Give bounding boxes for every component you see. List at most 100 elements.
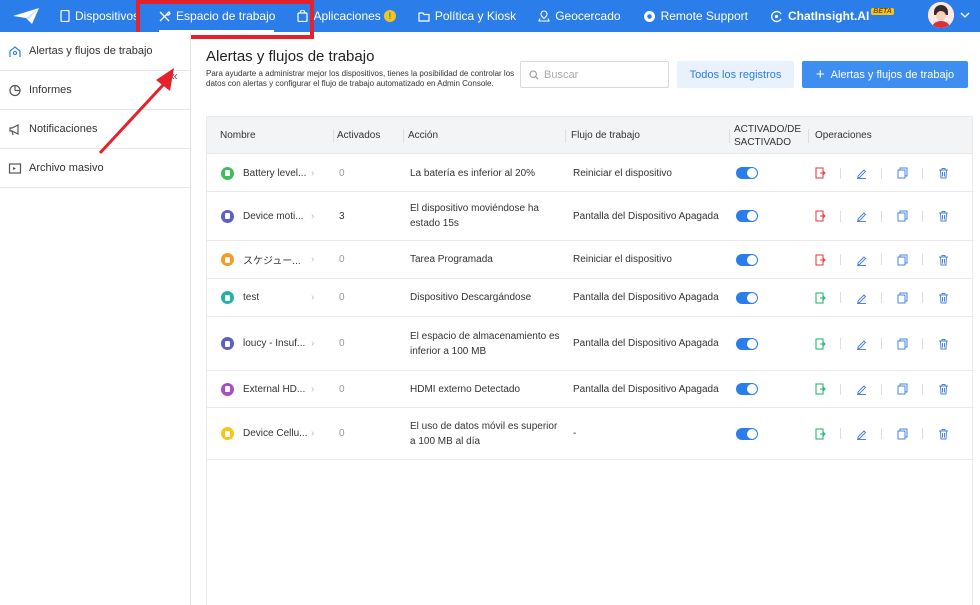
airdroid-logo[interactable] xyxy=(0,0,52,32)
copy-icon[interactable] xyxy=(895,291,909,305)
enabled-toggle[interactable] xyxy=(736,210,758,222)
action-line: estado 15s xyxy=(410,218,459,229)
name-cell[interactable]: test › xyxy=(221,279,314,316)
enabled-toggle[interactable] xyxy=(736,291,758,304)
export-icon[interactable] xyxy=(813,337,827,351)
operation-separator xyxy=(881,338,882,349)
search-input[interactable]: Buscar xyxy=(520,61,669,88)
sidebar-item-informes[interactable]: Informes xyxy=(0,71,190,110)
nav-aplicaciones[interactable]: Aplicaciones ! xyxy=(286,0,406,32)
operations-cell xyxy=(813,408,950,459)
export-icon[interactable] xyxy=(813,427,827,441)
lifebuoy-icon xyxy=(643,10,655,22)
header-activated[interactable]: Activados xyxy=(337,117,380,154)
copy-icon[interactable] xyxy=(895,166,909,180)
sidebar-item-archivo-masivo[interactable]: Archivo masivo xyxy=(0,149,190,188)
activated-count: 0 xyxy=(339,292,345,303)
export-icon[interactable] xyxy=(813,382,827,396)
edit-icon[interactable] xyxy=(854,209,868,223)
copy-icon[interactable] xyxy=(895,209,909,223)
operation-separator xyxy=(922,292,923,303)
copy-icon[interactable] xyxy=(895,253,909,267)
operations-cell xyxy=(813,279,950,316)
table-row: Device moti... › 3 El dispositivo moviéndos… xyxy=(207,192,974,241)
workflow-text: Reiniciar el dispositivo xyxy=(573,167,672,179)
action-text: Tarea Programada xyxy=(410,254,493,265)
export-icon[interactable] xyxy=(813,253,827,267)
name-cell[interactable]: loucy - Insuf... › xyxy=(221,317,314,370)
user-menu[interactable] xyxy=(928,2,970,28)
nav-remote-support[interactable]: Remote Support xyxy=(632,0,759,32)
edit-icon[interactable] xyxy=(854,291,868,305)
delete-icon[interactable] xyxy=(936,337,950,351)
operation-separator xyxy=(881,383,882,395)
all-records-button[interactable]: Todos los registros xyxy=(677,61,794,88)
nav-dispositivos[interactable]: Dispositivos xyxy=(52,0,147,32)
nav-politica-kiosk[interactable]: Política y Kiosk xyxy=(407,0,527,32)
header-status-line: ACTIVADO/DE xyxy=(734,123,802,135)
operation-separator xyxy=(881,292,882,303)
nav-chatinsight[interactable]: ChatInsight.AI BETA xyxy=(759,0,905,32)
enabled-toggle[interactable] xyxy=(736,383,758,395)
delete-icon[interactable] xyxy=(936,427,950,441)
chevron-right-icon: › xyxy=(311,383,315,395)
delete-icon[interactable] xyxy=(936,166,950,180)
table-row: loucy - Insuf... › 0 El espacio de almacena… xyxy=(207,317,974,371)
action-cell: La batería es inferior al 20% xyxy=(410,155,535,191)
edit-icon[interactable] xyxy=(854,337,868,351)
header-separator xyxy=(333,129,334,143)
operation-separator xyxy=(922,167,923,179)
copy-icon[interactable] xyxy=(895,427,909,441)
delete-icon[interactable] xyxy=(936,382,950,396)
add-alert-workflow-button[interactable]: + Alertas y flujos de trabajo xyxy=(802,61,968,88)
operation-separator xyxy=(881,254,882,265)
count-cell: 0 xyxy=(339,241,345,278)
name-cell[interactable]: Battery level... › xyxy=(221,155,314,191)
action-line: a 100 MB al día xyxy=(410,435,481,447)
workflow-cell: Reiniciar el dispositivo xyxy=(573,241,672,278)
copy-icon[interactable] xyxy=(895,382,909,396)
action-line: El uso de datos móvil es superior xyxy=(410,420,558,432)
export-icon[interactable] xyxy=(813,291,827,305)
workflow-name: loucy - Insuf... xyxy=(243,338,306,349)
nav-geocercado[interactable]: Geocercado xyxy=(527,0,631,32)
edit-icon[interactable] xyxy=(854,382,868,396)
name-cell[interactable]: スケジュー... › xyxy=(221,241,314,278)
edit-icon[interactable] xyxy=(854,166,868,180)
add-button-label: Alertas y flujos de trabajo xyxy=(830,68,955,81)
name-cell[interactable]: External HD... › xyxy=(221,371,314,407)
name-cell[interactable]: Device Cellu... › xyxy=(221,408,314,459)
copy-icon[interactable] xyxy=(895,337,909,351)
operation-separator xyxy=(922,428,923,439)
workflow-name: test xyxy=(243,292,260,303)
header-name[interactable]: Nombre xyxy=(220,117,256,154)
enabled-toggle[interactable] xyxy=(736,427,758,440)
device-icon xyxy=(60,10,70,22)
operations-cell xyxy=(813,241,950,278)
chevron-down-icon xyxy=(960,12,970,18)
export-icon[interactable] xyxy=(813,209,827,223)
delete-icon[interactable] xyxy=(936,253,950,267)
plus-icon: + xyxy=(815,65,825,83)
status-cell xyxy=(736,241,758,278)
nav-espacio-de-trabajo[interactable]: Espacio de trabajo xyxy=(147,0,286,32)
nav-label: Geocercado xyxy=(555,9,621,23)
edit-icon[interactable] xyxy=(854,253,868,267)
delete-icon[interactable] xyxy=(936,291,950,305)
sidebar-item-alertas[interactable]: Alertas y flujos de trabajo xyxy=(0,32,190,71)
enabled-toggle[interactable] xyxy=(736,337,758,350)
export-icon[interactable] xyxy=(813,166,827,180)
sidebar-item-notificaciones[interactable]: Notificaciones xyxy=(0,110,190,149)
operation-separator xyxy=(840,292,841,303)
table-row: Device Cellu... › 0 El uso de datos móvil e… xyxy=(207,408,974,460)
edit-icon[interactable] xyxy=(854,427,868,441)
nav-label: Aplicaciones xyxy=(313,9,381,23)
enabled-toggle[interactable] xyxy=(736,253,758,266)
chevron-right-icon: › xyxy=(311,292,315,303)
sidebar: Alertas y flujos de trabajo Informes Not… xyxy=(0,32,191,605)
name-cell[interactable]: Device moti... › xyxy=(221,192,314,240)
workflow-name: External HD... xyxy=(243,383,306,395)
collapse-sidebar-icon[interactable]: « xyxy=(171,69,178,83)
enabled-toggle[interactable] xyxy=(736,167,758,179)
delete-icon[interactable] xyxy=(936,209,950,223)
